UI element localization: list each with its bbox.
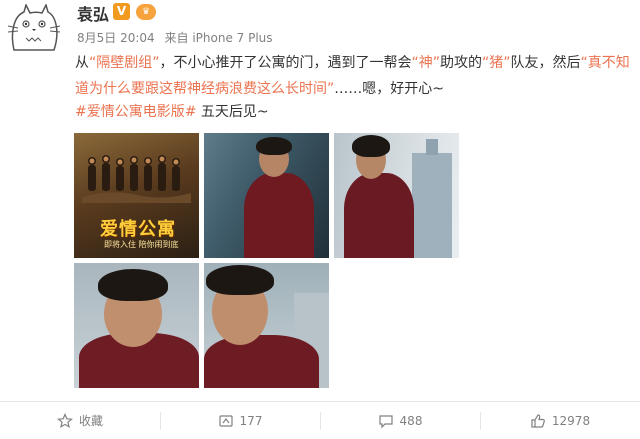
hashtag-link[interactable]: #爱情公寓电影版# <box>75 104 196 120</box>
poster-subtitle: 即将入住 陪你闹到底 <box>104 240 179 249</box>
comment-button[interactable]: 488 <box>320 402 480 439</box>
text-link[interactable]: “神” <box>412 55 441 71</box>
text-link[interactable]: “猪” <box>482 55 511 71</box>
star-outline-icon <box>57 412 73 428</box>
username[interactable]: 袁弘 <box>77 1 109 25</box>
post-meta: 8月5日 20:04 来自 iPhone 7 Plus <box>77 29 279 46</box>
like-icon <box>531 413 545 428</box>
photo-poster[interactable]: 爱情公寓 即将入住 陪你闹到底 <box>74 133 199 258</box>
text-seg: ，不小心推开了公寓的门，遇到了一帮会 <box>159 55 412 71</box>
text-seg: 助攻的 <box>440 55 483 71</box>
comment-icon <box>378 414 393 428</box>
poster-title: 爱情公寓 <box>100 219 176 240</box>
photo-2[interactable] <box>204 133 329 258</box>
photo-3[interactable] <box>334 133 459 258</box>
repost-button[interactable]: 177 <box>160 402 320 439</box>
star-icon: ♛ <box>136 4 156 20</box>
poster-cast <box>82 155 191 203</box>
repost-icon <box>218 414 233 427</box>
repost-count: 177 <box>239 413 263 428</box>
text-link[interactable]: “隔壁剧组” <box>89 55 160 71</box>
like-count: 12978 <box>551 413 591 428</box>
post-date[interactable]: 8月5日 20:04 <box>77 31 155 45</box>
hashtag-suffix: 五天后见~ <box>196 104 269 120</box>
text-seg: 队友，然后 <box>510 55 581 71</box>
hashtag-line: #爱情公寓电影版# 五天后见~ <box>75 101 269 123</box>
favorite-label: 收藏 <box>78 414 103 428</box>
avatar[interactable] <box>4 4 62 54</box>
post-text: 从“隔壁剧组”，不小心推开了公寓的门，遇到了一帮会“神”助攻的“猪”队友，然后“… <box>75 50 633 102</box>
post-source: 来自 iPhone 7 Plus <box>164 31 273 45</box>
photo-5[interactable] <box>204 263 329 388</box>
favorite-button[interactable]: 收藏 <box>0 402 160 439</box>
photo-4[interactable] <box>74 263 199 388</box>
like-button[interactable]: 12978 <box>480 402 640 439</box>
text-seg: 从 <box>75 55 89 71</box>
text-seg: ……嗯，好开心~ <box>334 81 444 97</box>
comment-count: 488 <box>399 413 423 428</box>
vip-icon: V <box>113 3 130 20</box>
